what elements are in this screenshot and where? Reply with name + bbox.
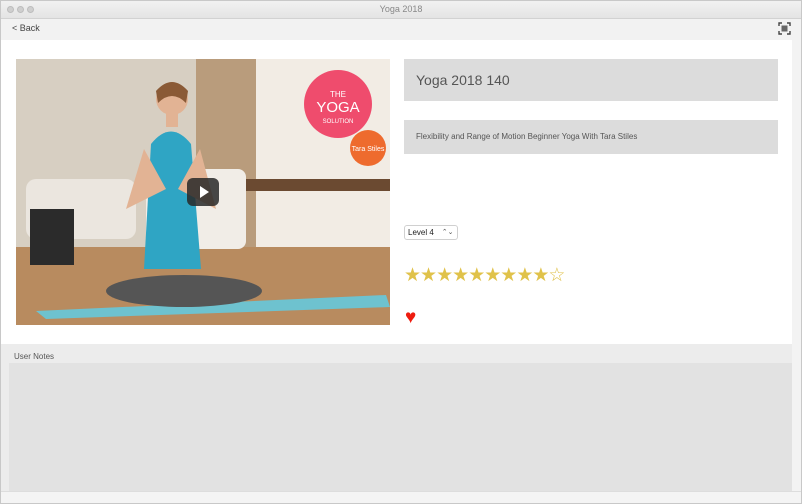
svg-text:Tara Stiles: Tara Stiles <box>352 146 385 153</box>
favorite-heart-icon[interactable]: ♥ <box>405 307 416 329</box>
class-description-field[interactable]: Flexibility and Range of Motion Beginner… <box>404 120 778 154</box>
title-bar: Yoga 2018 <box>1 1 801 19</box>
star-filled-icon[interactable]: ★ <box>516 264 533 287</box>
fullscreen-icon[interactable] <box>778 22 791 35</box>
star-filled-icon[interactable]: ★ <box>436 264 453 287</box>
chevron-updown-icon: ⌃⌄ <box>441 228 454 236</box>
video-player[interactable]: THE YOGA SOLUTION Tara Stiles <box>16 59 390 325</box>
star-filled-icon[interactable]: ★ <box>404 264 421 287</box>
svg-text:SOLUTION: SOLUTION <box>323 119 354 125</box>
window-title: Yoga 2018 <box>379 4 423 14</box>
level-select-value: Level 4 <box>408 227 434 237</box>
toolbar: < Back <box>1 19 801 40</box>
user-notes-label: User Notes <box>14 352 55 361</box>
scrollbar[interactable] <box>792 40 801 491</box>
star-filled-icon[interactable]: ★ <box>452 264 469 287</box>
status-bar <box>1 491 801 503</box>
back-button[interactable]: < Back <box>12 23 40 33</box>
play-icon[interactable] <box>187 178 219 206</box>
svg-text:THE: THE <box>330 90 346 99</box>
star-filled-icon[interactable]: ★ <box>420 264 437 287</box>
level-select[interactable]: Level 4 ⌃⌄ <box>404 225 458 240</box>
star-filled-icon[interactable]: ★ <box>500 264 517 287</box>
star-filled-icon[interactable]: ★ <box>484 264 501 287</box>
class-title-field[interactable]: Yoga 2018 140 <box>404 59 778 101</box>
user-notes-textarea[interactable] <box>9 363 793 491</box>
app-window: Yoga 2018 < Back THE YOGA SOLUTION Tara … <box>0 0 802 504</box>
star-filled-icon[interactable]: ★ <box>532 264 549 287</box>
star-filled-icon[interactable]: ★ <box>468 264 485 287</box>
rating-stars[interactable]: ★★★★★★★★★☆ <box>404 264 565 287</box>
star-empty-icon[interactable]: ☆ <box>548 264 565 287</box>
class-detail-panel: THE YOGA SOLUTION Tara Stiles Yoga 2018 … <box>1 40 793 344</box>
svg-text:YOGA: YOGA <box>316 99 359 116</box>
